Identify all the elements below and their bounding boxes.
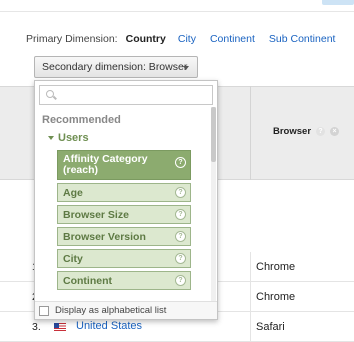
table-header-divider	[250, 86, 251, 180]
section-title-recommended: Recommended	[42, 114, 121, 126]
row-browser: Safari	[256, 321, 285, 333]
option-age[interactable]: Age ?	[57, 183, 191, 202]
option-browser-size[interactable]: Browser Size ?	[57, 205, 191, 224]
primary-dimension-option-sub-continent[interactable]: Sub Continent	[269, 33, 336, 45]
option-label: Browser Size	[63, 209, 129, 221]
option-city[interactable]: City ?	[57, 249, 191, 268]
column-header-browser[interactable]: Browser ? ×	[273, 126, 340, 137]
alphabetical-list-checkbox[interactable]	[39, 305, 49, 316]
help-icon[interactable]: ?	[175, 275, 186, 286]
primary-dimension-option-city[interactable]: City	[178, 33, 196, 45]
help-icon[interactable]: ?	[175, 157, 186, 168]
dropdown-scrollbar[interactable]	[211, 107, 216, 303]
row-country-link[interactable]: United States	[76, 320, 142, 332]
help-icon[interactable]: ?	[175, 231, 186, 242]
dropdown-footer: Display as alphabetical list	[35, 301, 217, 319]
column-divider	[250, 252, 251, 282]
group-users[interactable]: Users	[48, 132, 89, 144]
us-flag-icon	[54, 323, 66, 331]
option-affinity-category[interactable]: Affinity Category (reach) ?	[57, 150, 191, 180]
chevron-down-icon	[183, 66, 189, 70]
option-browser-version[interactable]: Browser Version ?	[57, 227, 191, 246]
option-label: Continent	[63, 275, 112, 287]
dimension-search-input[interactable]	[39, 85, 213, 105]
help-icon[interactable]: ?	[316, 127, 326, 136]
remove-icon[interactable]: ×	[330, 127, 340, 136]
option-continent[interactable]: Continent ?	[57, 271, 191, 290]
secondary-dimension-button[interactable]: Secondary dimension: Browser	[34, 56, 198, 78]
row-browser: Chrome	[256, 261, 296, 273]
primary-dimension-label: Primary Dimension:	[26, 33, 118, 45]
help-icon[interactable]: ?	[175, 187, 186, 198]
help-icon[interactable]: ?	[175, 253, 186, 264]
option-label: Affinity Category (reach)	[63, 153, 148, 176]
group-users-label: Users	[58, 132, 89, 144]
row-browser: Chrome	[256, 291, 296, 303]
top-button-edge[interactable]	[322, 0, 354, 5]
column-divider	[250, 282, 251, 312]
option-label: Browser Version	[63, 231, 146, 243]
primary-dimension-selected: Country	[125, 33, 166, 45]
row-number: 3.	[32, 321, 41, 333]
primary-dimension-option-continent[interactable]: Continent	[210, 33, 255, 45]
column-divider	[250, 312, 251, 342]
option-label: City	[63, 253, 83, 265]
alphabetical-list-label[interactable]: Display as alphabetical list	[55, 305, 166, 316]
search-icon	[46, 90, 54, 98]
secondary-dimension-label: Secondary dimension: Browser	[42, 61, 188, 73]
top-divider	[0, 11, 354, 12]
secondary-dimension-dropdown: Recommended Users Affinity Category (rea…	[34, 80, 218, 320]
option-label: Age	[63, 187, 83, 199]
scrollbar-thumb[interactable]	[211, 107, 216, 162]
help-icon[interactable]: ?	[175, 209, 186, 220]
primary-dimension-row: Primary Dimension: Country City Continen…	[26, 31, 349, 47]
triangle-down-icon	[48, 136, 54, 140]
column-header-browser-label: Browser	[273, 126, 312, 137]
